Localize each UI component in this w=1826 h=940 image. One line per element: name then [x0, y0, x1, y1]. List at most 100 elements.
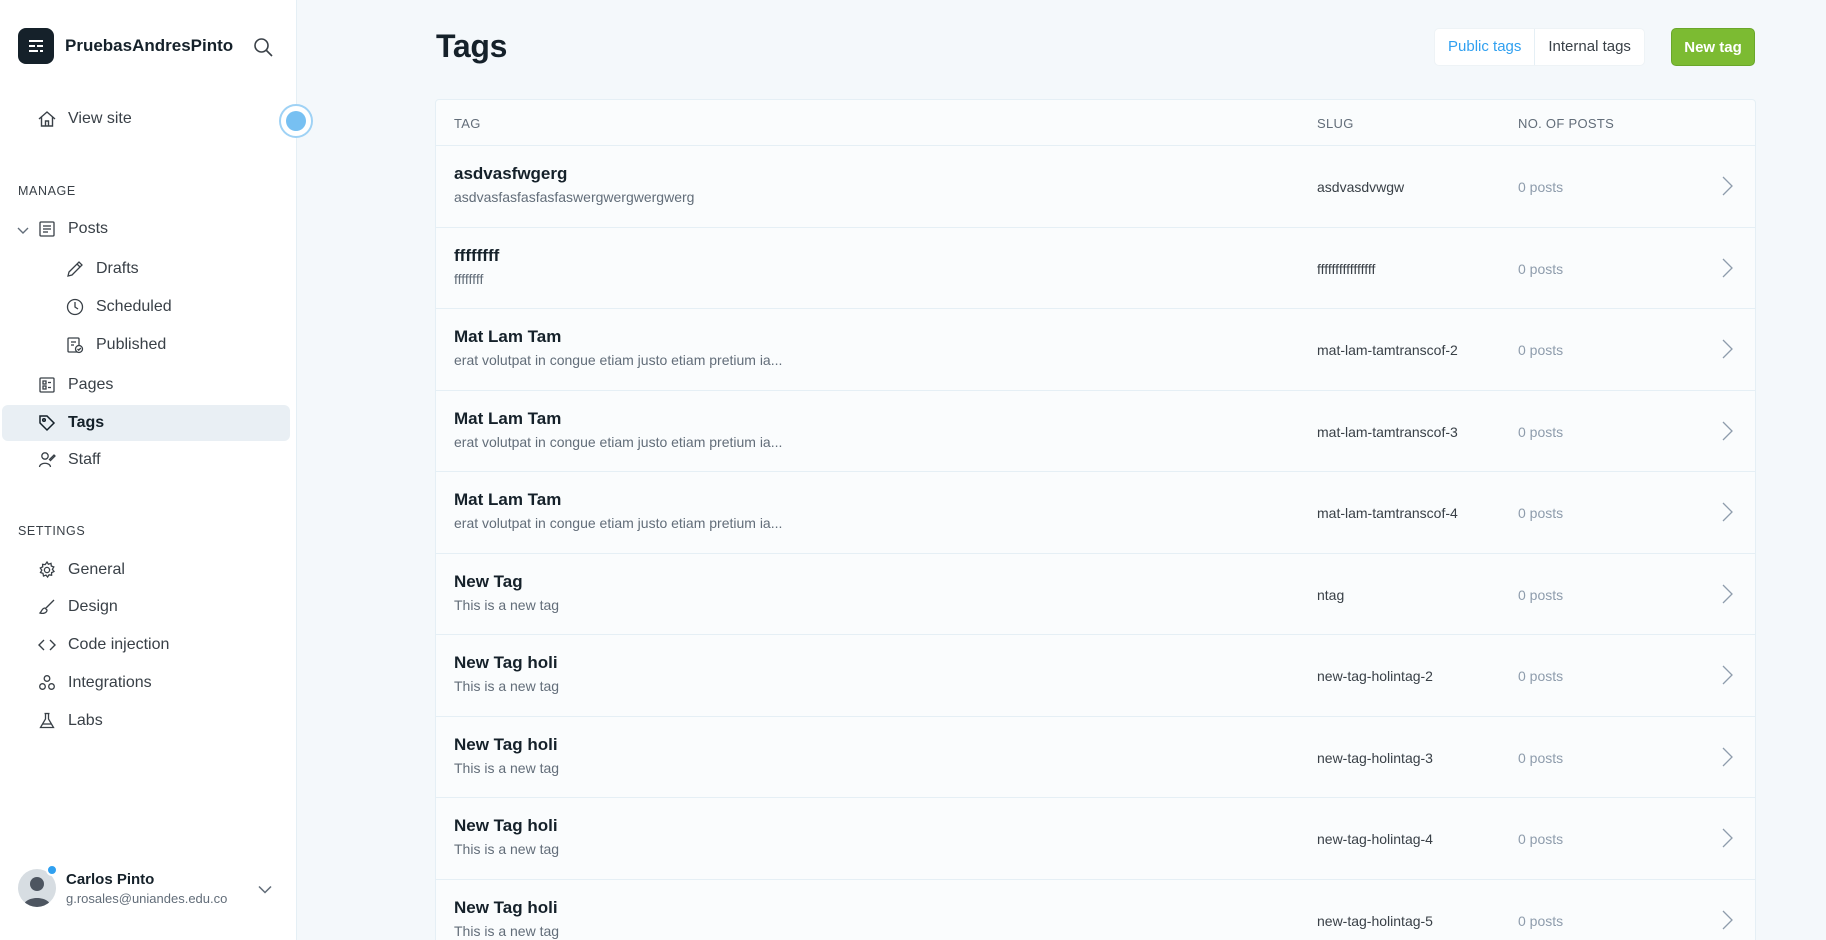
tag-post-count: 0 posts — [1518, 668, 1564, 684]
tag-description: This is a new tag — [454, 759, 560, 776]
user-menu[interactable]: Carlos Pinto g.rosales@uniandes.edu.co — [18, 864, 280, 910]
tag-name: New Tag holi — [454, 653, 558, 672]
sidebar-item-general[interactable]: General — [2, 552, 290, 588]
table-row[interactable]: Mat Lam Tam erat volutpat in congue etia… — [436, 309, 1755, 391]
sidebar-item-labs[interactable]: Labs — [2, 703, 290, 739]
sidebar-item-code-injection[interactable]: Code injection — [2, 627, 290, 663]
tag-name: New Tag holi — [454, 816, 558, 835]
chevron-right-icon — [1718, 256, 1736, 280]
tag-slug: mat-lam-tamtranscof-2 — [1317, 342, 1458, 358]
page-title: Tags — [436, 28, 508, 64]
tag-slug: new-tag-holintag-5 — [1317, 912, 1433, 929]
tag-name: Mat Lam Tam — [454, 327, 562, 346]
tag-name: Mat Lam Tam — [454, 490, 562, 509]
chevron-right-icon — [1718, 174, 1736, 198]
pencil-icon — [64, 258, 86, 280]
table-row[interactable]: Mat Lam Tam erat volutpat in congue etia… — [436, 391, 1755, 472]
design-label: Design — [68, 598, 118, 615]
table-row[interactable]: New Tag This is a new tag ntag 0 posts — [436, 554, 1755, 635]
table-row[interactable]: New Tag holi This is a new tag new-tag-h… — [436, 880, 1755, 940]
tag-post-count: 0 posts — [1518, 749, 1564, 766]
sidebar-item-drafts[interactable]: Drafts — [2, 251, 290, 287]
table-header: TAG SLUG NO. OF POSTS — [436, 100, 1755, 146]
sidebar-item-integrations[interactable]: Integrations — [2, 665, 290, 701]
tag-post-count: 0 posts — [1518, 260, 1564, 277]
column-tag-header: TAG — [454, 116, 481, 131]
table-row[interactable]: New Tag holi This is a new tag new-tag-h… — [436, 717, 1755, 798]
tag-post-count: 0 posts — [1518, 423, 1564, 440]
sidebar-item-pages[interactable]: Pages — [2, 367, 290, 403]
sidebar: PruebasAndresPinto View site MANAGE Post… — [0, 0, 313, 940]
tag-description: This is a new tag — [454, 922, 560, 939]
table-row[interactable]: asdvasfwgerg asdvasfasfasfasfaswergwergw… — [436, 146, 1755, 228]
sidebar-item-design[interactable]: Design — [2, 589, 290, 625]
sidebar-item-tags[interactable]: Tags — [2, 405, 290, 441]
brush-icon — [36, 596, 58, 618]
gear-icon — [36, 559, 58, 581]
column-slug-header: SLUG — [1317, 116, 1354, 131]
posts-icon — [36, 218, 58, 240]
tag-slug: mat-lam-tamtranscof-3 — [1317, 423, 1458, 440]
sidebar-item-view-site[interactable]: View site — [2, 101, 290, 137]
posts-label: Posts — [68, 220, 109, 237]
tab-public-tags[interactable]: Public tags — [1435, 29, 1536, 65]
tag-slug: asdvasdvwgw — [1317, 179, 1405, 195]
labs-label: Labs — [68, 712, 103, 729]
chevron-down-icon[interactable] — [256, 880, 274, 898]
integrations-icon — [36, 672, 58, 694]
tag-post-count: 0 posts — [1518, 342, 1564, 358]
sidebar-item-staff[interactable]: Staff — [2, 442, 290, 478]
tag-slug: mat-lam-tamtranscof-4 — [1317, 505, 1458, 521]
table-row[interactable]: ffffffff ffffffff ffffffffffffffff 0 pos… — [436, 228, 1755, 309]
chevron-right-icon — [1718, 908, 1736, 932]
sidebar-item-posts[interactable]: Posts — [2, 211, 290, 247]
chevron-right-icon — [1718, 337, 1736, 361]
tag-post-count: 0 posts — [1518, 831, 1564, 847]
user-name: Carlos Pinto — [66, 870, 155, 888]
column-posts-header: NO. OF POSTS — [1518, 116, 1615, 131]
tag-name: asdvasfwgerg — [454, 164, 568, 183]
tag-post-count: 0 posts — [1518, 505, 1564, 521]
chevron-right-icon — [1718, 663, 1736, 687]
table-row[interactable]: Mat Lam Tam erat volutpat in congue etia… — [436, 472, 1755, 554]
table-row[interactable]: New Tag holi This is a new tag new-tag-h… — [436, 635, 1755, 717]
pages-label: Pages — [68, 376, 114, 393]
site-title: PruebasAndresPinto — [65, 36, 234, 55]
integrations-label: Integrations — [68, 674, 152, 691]
tag-slug: new-tag-holintag-4 — [1317, 831, 1433, 847]
chevron-right-icon — [1718, 826, 1736, 850]
chevron-right-icon — [1718, 745, 1736, 769]
general-label: General — [68, 561, 125, 578]
status-dot — [46, 864, 58, 876]
published-label: Published — [96, 336, 167, 353]
table-row[interactable]: New Tag holi This is a new tag new-tag-h… — [436, 798, 1755, 880]
tag-type-tabs: Public tags Internal tags — [1434, 28, 1645, 66]
tab-internal-tags[interactable]: Internal tags — [1535, 29, 1644, 65]
search-icon[interactable] — [252, 36, 274, 58]
tag-post-count: 0 posts — [1518, 912, 1564, 929]
tags-label: Tags — [68, 414, 105, 431]
scheduled-label: Scheduled — [96, 298, 172, 315]
tags-table: TAG SLUG NO. OF POSTS asdvasfwgerg asdva… — [435, 99, 1756, 940]
tag-name: New Tag — [454, 571, 523, 591]
chevron-right-icon — [1718, 582, 1736, 606]
manage-section-title: MANAGE — [18, 184, 76, 198]
user-email: g.rosales@uniandes.edu.co — [66, 890, 228, 906]
tag-description: erat volutpat in congue etiam justo etia… — [454, 352, 783, 368]
settings-section-title: SETTINGS — [18, 524, 86, 538]
new-tag-button[interactable]: New tag — [1671, 28, 1755, 66]
tag-slug: new-tag-holintag-3 — [1317, 749, 1433, 766]
pages-icon — [36, 374, 58, 396]
flask-icon — [36, 710, 58, 732]
tag-name: ffffffff — [454, 245, 500, 265]
sidebar-item-published[interactable]: Published — [2, 327, 290, 363]
sidebar-item-scheduled[interactable]: Scheduled — [2, 289, 290, 325]
tag-description: This is a new tag — [454, 596, 560, 613]
user-text: Carlos Pinto g.rosales@uniandes.edu.co — [66, 871, 227, 906]
brand[interactable]: PruebasAndresPinto — [18, 28, 233, 64]
tag-slug: new-tag-holintag-2 — [1317, 668, 1433, 684]
tag-description: This is a new tag — [454, 841, 560, 857]
tag-slug: ffffffffffffffff — [1317, 260, 1376, 277]
staff-icon — [36, 449, 58, 471]
main-content: Tags Public tags Internal tags New tag T… — [297, 0, 1826, 940]
